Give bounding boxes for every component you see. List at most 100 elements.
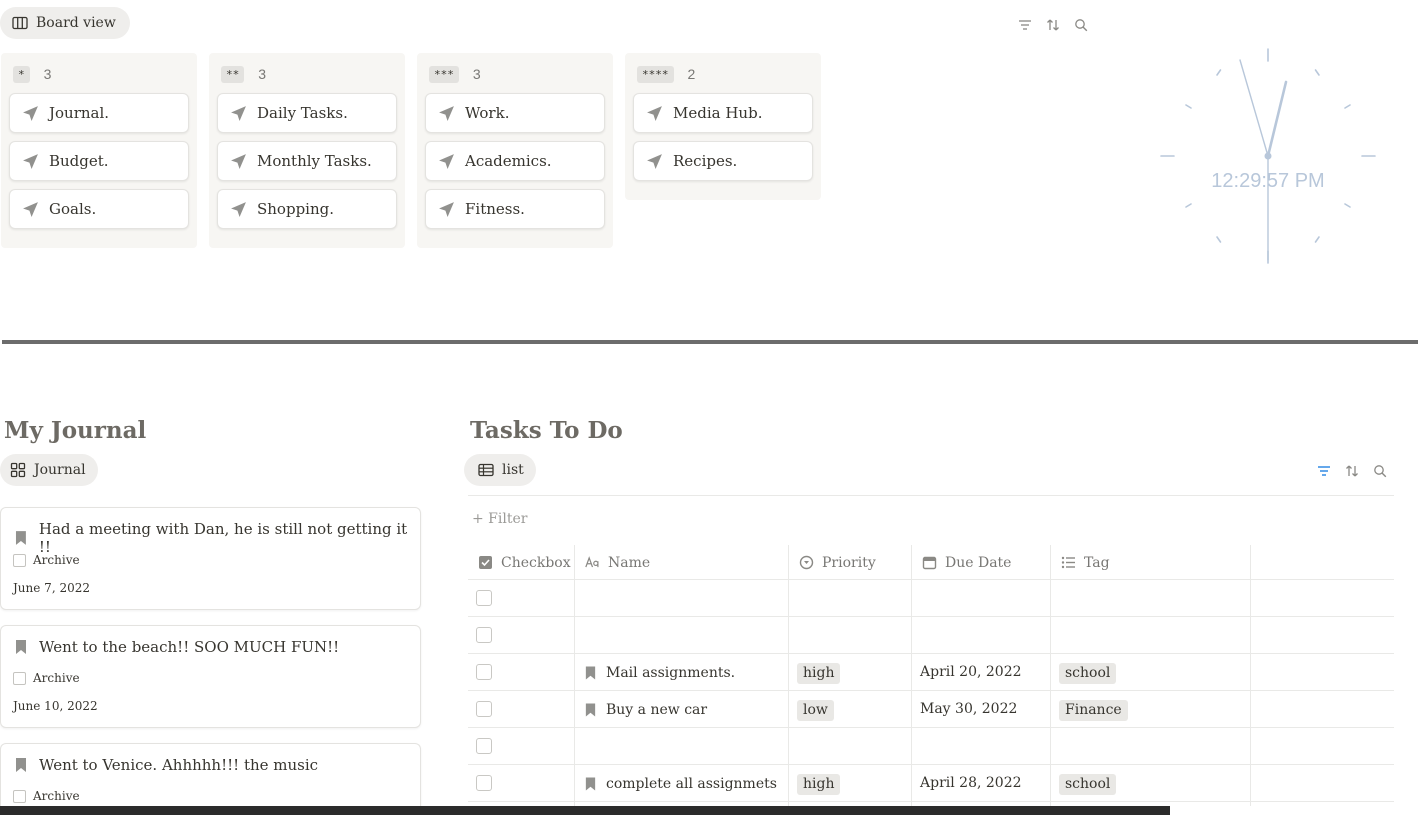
board-column-4: **** 2 Media Hub. Recipes. bbox=[625, 53, 821, 200]
priority-pill: low bbox=[797, 700, 834, 721]
column-header-label: Tag bbox=[1084, 554, 1110, 571]
column-header: *** 3 bbox=[429, 63, 601, 85]
search-icon[interactable] bbox=[1372, 463, 1388, 479]
board-card[interactable]: Budget. bbox=[9, 141, 189, 181]
card-title: Academics. bbox=[465, 152, 552, 170]
bookmark-icon bbox=[15, 531, 26, 545]
row-checkbox[interactable] bbox=[476, 775, 492, 791]
card-title: Fitness. bbox=[465, 200, 525, 218]
search-icon[interactable] bbox=[1073, 17, 1089, 33]
row-name-cell[interactable]: Buy a new car bbox=[584, 691, 707, 728]
column-header-label: Priority bbox=[822, 554, 876, 571]
column-header-checkbox[interactable]: Checkbox bbox=[468, 545, 575, 580]
checkbox-property-icon bbox=[479, 556, 492, 569]
card-title: Shopping. bbox=[257, 200, 334, 218]
sort-icon[interactable] bbox=[1344, 463, 1360, 479]
journal-card[interactable]: Had a meeting with Dan, he is still not … bbox=[0, 507, 421, 610]
row-checkbox[interactable] bbox=[476, 701, 492, 717]
column-header-name[interactable]: Name bbox=[575, 545, 789, 580]
card-title: Daily Tasks. bbox=[257, 104, 348, 122]
columns-icon bbox=[12, 16, 28, 30]
column-tag: ** bbox=[221, 65, 245, 83]
journal-view-tab[interactable]: Journal bbox=[0, 454, 98, 486]
journal-entry-title: Went to Venice. Ahhhhh!!! the music bbox=[39, 756, 319, 774]
journal-card[interactable]: Went to the beach!! SOO MUCH FUN!! Archi… bbox=[0, 625, 421, 728]
board-card[interactable]: Fitness. bbox=[425, 189, 605, 229]
archive-checkbox[interactable] bbox=[13, 789, 26, 803]
clock-face bbox=[1160, 48, 1376, 264]
sort-icon[interactable] bbox=[1045, 17, 1061, 33]
table-row[interactable] bbox=[468, 580, 1394, 617]
column-header-label: Checkbox bbox=[501, 554, 571, 571]
board-card[interactable]: Academics. bbox=[425, 141, 605, 181]
bookmark-icon bbox=[16, 758, 26, 772]
column-header-due-date[interactable]: Due Date bbox=[912, 545, 1051, 580]
board-card[interactable]: Monthly Tasks. bbox=[217, 141, 397, 181]
filter-icon[interactable] bbox=[1316, 463, 1332, 479]
column-header-priority[interactable]: Priority bbox=[789, 545, 912, 580]
board-card[interactable]: Media Hub. bbox=[633, 93, 813, 133]
column-tag: * bbox=[13, 65, 30, 83]
arrow-pointer-icon bbox=[231, 105, 246, 121]
board-card[interactable]: Recipes. bbox=[633, 141, 813, 181]
table-row[interactable]: Mail assignments. high April 20, 2022 sc… bbox=[468, 654, 1394, 691]
arrow-pointer-icon bbox=[647, 105, 662, 121]
priority-pill: high bbox=[797, 774, 841, 795]
priority-pill: high bbox=[797, 663, 841, 684]
arrow-pointer-icon bbox=[23, 201, 38, 217]
board-card[interactable]: Work. bbox=[425, 93, 605, 133]
tasks-view-tab[interactable]: list bbox=[464, 454, 536, 486]
archive-label: Archive bbox=[33, 553, 80, 567]
text-property-icon bbox=[585, 556, 599, 568]
gallery-icon bbox=[10, 462, 26, 478]
arrow-pointer-icon bbox=[231, 153, 246, 169]
card-title: Monthly Tasks. bbox=[257, 152, 372, 170]
table-top-border bbox=[468, 495, 1394, 496]
filter-icon[interactable] bbox=[1017, 17, 1033, 33]
journal-card[interactable]: Went to Venice. Ahhhhh!!! the music Arch… bbox=[0, 743, 421, 815]
board-view-tab[interactable]: Board view bbox=[0, 7, 130, 39]
journal-entry-title-row: Went to Venice. Ahhhhh!!! the music bbox=[14, 756, 318, 774]
row-name-cell[interactable]: complete all assignmets bbox=[584, 765, 777, 802]
table-row[interactable] bbox=[468, 728, 1394, 765]
archive-checkbox[interactable] bbox=[13, 553, 26, 567]
board-card[interactable]: Shopping. bbox=[217, 189, 397, 229]
board-card[interactable]: Goals. bbox=[9, 189, 189, 229]
row-name-cell[interactable]: Mail assignments. bbox=[584, 654, 735, 691]
arrow-pointer-icon bbox=[439, 105, 454, 121]
bookmark-icon bbox=[585, 666, 596, 679]
add-filter-button[interactable]: + Filter bbox=[472, 511, 527, 527]
bookmark-icon bbox=[16, 640, 26, 654]
column-header: * 3 bbox=[13, 63, 185, 85]
row-checkbox[interactable] bbox=[476, 664, 492, 680]
archive-label: Archive bbox=[33, 671, 80, 685]
archive-property: Archive bbox=[13, 553, 80, 567]
column-header-tag[interactable]: Tag bbox=[1051, 545, 1251, 580]
board-card[interactable]: Daily Tasks. bbox=[217, 93, 397, 133]
board-card[interactable]: Journal. bbox=[9, 93, 189, 133]
journal-entry-title: Had a meeting with Dan, he is still not … bbox=[38, 520, 408, 556]
board-view-label: Board view bbox=[36, 15, 116, 31]
due-date: April 28, 2022 bbox=[920, 775, 1022, 791]
column-count: 2 bbox=[687, 66, 696, 82]
table-row[interactable]: Buy a new car low May 30, 2022 Finance bbox=[468, 691, 1394, 728]
table-row[interactable] bbox=[468, 617, 1394, 654]
row-checkbox[interactable] bbox=[476, 627, 492, 643]
board-toolbar bbox=[1017, 17, 1089, 33]
table-row[interactable]: complete all assignmets high April 28, 2… bbox=[468, 765, 1394, 802]
row-name: Mail assignments. bbox=[606, 664, 736, 681]
row-checkbox[interactable] bbox=[476, 738, 492, 754]
journal-entry-date: June 7, 2022 bbox=[13, 581, 90, 595]
tasks-toolbar bbox=[1316, 463, 1388, 479]
card-title: Recipes. bbox=[673, 152, 738, 170]
journal-title: My Journal bbox=[4, 417, 147, 444]
column-header-label: Name bbox=[608, 554, 651, 571]
column-count: 3 bbox=[472, 66, 481, 82]
select-property-icon bbox=[799, 555, 814, 570]
row-checkbox[interactable] bbox=[476, 590, 492, 606]
archive-checkbox[interactable] bbox=[13, 671, 26, 685]
due-date: May 30, 2022 bbox=[920, 701, 1018, 717]
tasks-view-label: list bbox=[502, 462, 524, 478]
arrow-pointer-icon bbox=[231, 201, 246, 217]
due-date: April 20, 2022 bbox=[920, 664, 1022, 680]
